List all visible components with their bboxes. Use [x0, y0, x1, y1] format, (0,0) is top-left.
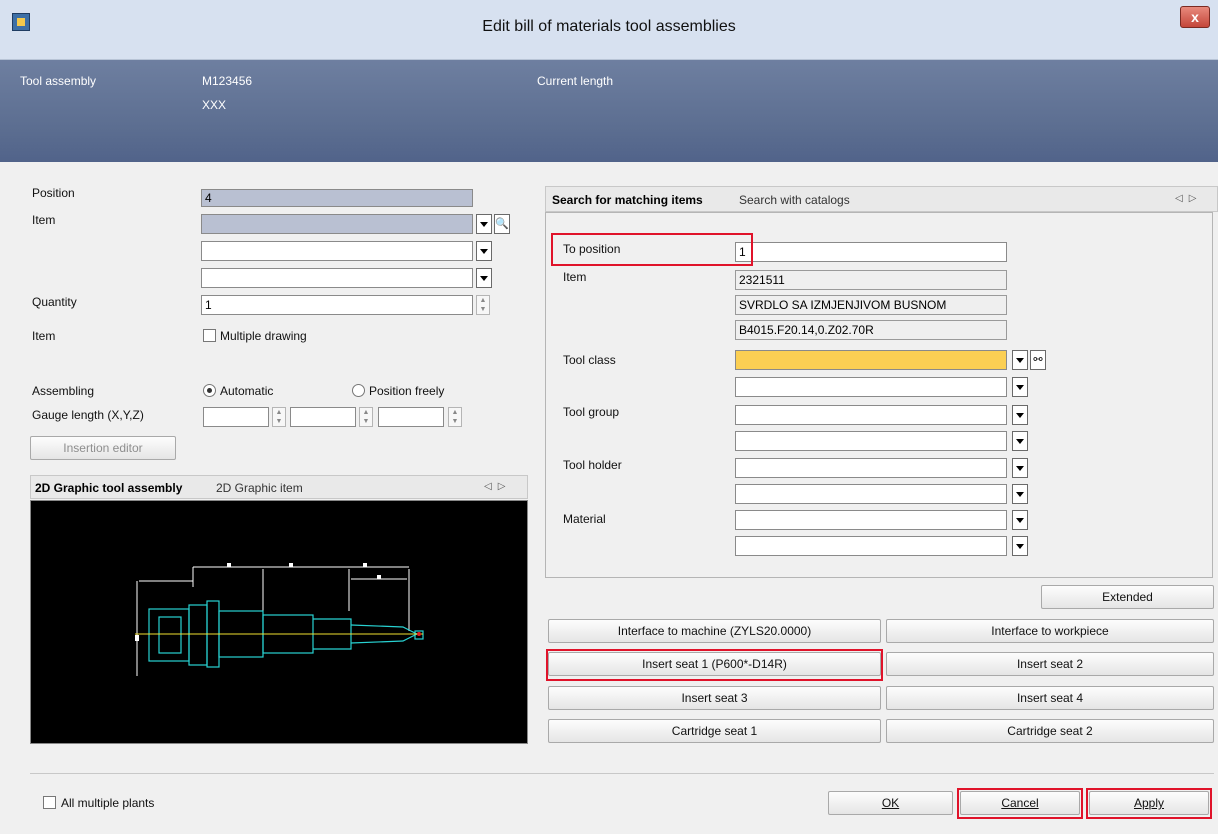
right-tab-nav-arrows-icon[interactable]: ◁▷ [1175, 193, 1202, 204]
tool-class-dropdown-2[interactable] [1012, 377, 1028, 397]
material-dropdown-1[interactable] [1012, 510, 1028, 530]
tool-class-dropdown[interactable] [1012, 350, 1028, 370]
tab-search-with-catalogs[interactable]: Search with catalogs [739, 193, 850, 207]
gauge-length-x-field[interactable] [203, 407, 269, 427]
quantity-label: Quantity [32, 295, 77, 309]
assembling-label: Assembling [32, 384, 95, 398]
tab-search-matching-items[interactable]: Search for matching items [552, 193, 703, 207]
tool-group-dropdown-2[interactable] [1012, 431, 1028, 451]
item-dropdown-2[interactable] [476, 241, 492, 261]
material-label: Material [563, 512, 606, 526]
tool-class-field[interactable] [735, 350, 1007, 370]
insertion-editor-button[interactable]: Insertion editor [30, 436, 176, 460]
gauge-length-y-field[interactable] [290, 407, 356, 427]
position-field[interactable]: 4 [201, 189, 473, 207]
binoculars-icon[interactable]: ⚯ [1030, 350, 1046, 370]
title-bar[interactable]: Edit bill of materials tool assemblies x [0, 0, 1218, 60]
tab-2d-graphic-tool-assembly[interactable]: 2D Graphic tool assembly [35, 481, 182, 495]
insert-seat-1-highlight [546, 649, 883, 681]
tab-2d-graphic-item[interactable]: 2D Graphic item [216, 481, 303, 495]
multiple-drawing-label: Multiple drawing [220, 329, 307, 343]
item-line-1: 2321511 [735, 270, 1007, 290]
window-title: Edit bill of materials tool assemblies [482, 18, 736, 35]
insert-seat-4-button[interactable]: Insert seat 4 [886, 686, 1214, 710]
footer-divider [30, 773, 1214, 774]
material-dropdown-2[interactable] [1012, 536, 1028, 556]
item-dropdown-3[interactable] [476, 268, 492, 288]
all-multiple-plants-label: All multiple plants [61, 796, 155, 810]
tool-holder-label: Tool holder [563, 458, 622, 472]
cartridge-seat-1-button[interactable]: Cartridge seat 1 [548, 719, 881, 743]
current-length-label: Current length [537, 74, 614, 88]
interface-to-machine-button[interactable]: Interface to machine (ZYLS20.0000) [548, 619, 881, 643]
search-icon[interactable]: 🔍 [494, 214, 510, 234]
material-field-2[interactable] [735, 536, 1007, 556]
tool-holder-dropdown-1[interactable] [1012, 458, 1028, 478]
close-button[interactable]: x [1180, 6, 1210, 28]
ok-button[interactable]: OK [828, 791, 953, 815]
tool-group-field-2[interactable] [735, 431, 1007, 451]
tool-assembly-label: Tool assembly [20, 74, 97, 88]
position-freely-label: Position freely [369, 384, 445, 398]
quantity-field[interactable]: 1 [201, 295, 473, 315]
gauge-z-spinner-icon[interactable]: ▲ ▼ [448, 407, 462, 427]
insert-seat-2-button[interactable]: Insert seat 2 [886, 652, 1214, 676]
interface-to-workpiece-button[interactable]: Interface to workpiece [886, 619, 1214, 643]
tool-drawing [135, 563, 424, 676]
tool-holder-field-2[interactable] [735, 484, 1007, 504]
position-label: Position [32, 186, 75, 200]
item-dropdown-1[interactable] [476, 214, 492, 234]
tab-nav-arrows-icon[interactable]: ◁▷ [484, 481, 511, 492]
item-label-2: Item [32, 329, 56, 343]
tool-class-label: Tool class [563, 353, 616, 367]
tool-holder-dropdown-2[interactable] [1012, 484, 1028, 504]
gauge-x-spinner-icon[interactable]: ▲ ▼ [272, 407, 286, 427]
item-field-3[interactable] [201, 268, 473, 288]
cancel-highlight [957, 788, 1083, 819]
tool-class-field-2[interactable] [735, 377, 1007, 397]
automatic-label: Automatic [220, 384, 274, 398]
item-line-2: SVRDLO SA IZMJENJIVOM BUSNOM [735, 295, 1007, 315]
multiple-drawing-checkbox[interactable] [203, 329, 216, 342]
automatic-radio[interactable] [203, 384, 216, 397]
tool-assembly-graphic [30, 500, 528, 744]
item-label: Item [32, 213, 56, 227]
gauge-length-label: Gauge length (X,Y,Z) [32, 408, 144, 422]
all-multiple-plants-checkbox[interactable] [43, 796, 56, 809]
position-freely-radio[interactable] [352, 384, 365, 397]
to-position-highlight [551, 233, 753, 266]
apply-highlight [1086, 788, 1212, 819]
item-line-3: B4015.F20.14,0.Z02.70R [735, 320, 1007, 340]
to-position-field[interactable]: 1 [735, 242, 1007, 262]
tool-assembly-description: XXX [202, 98, 227, 112]
tool-group-dropdown-1[interactable] [1012, 405, 1028, 425]
gauge-length-z-field[interactable] [378, 407, 444, 427]
material-field-1[interactable] [735, 510, 1007, 530]
gauge-y-spinner-icon[interactable]: ▲ ▼ [359, 407, 373, 427]
header-band: Tool assembly M123456 XXX Current length [0, 60, 1218, 162]
item-field-2[interactable] [201, 241, 473, 261]
item-field-1[interactable] [201, 214, 473, 234]
cartridge-seat-2-button[interactable]: Cartridge seat 2 [886, 719, 1214, 743]
extended-button[interactable]: Extended [1041, 585, 1214, 609]
tool-holder-field-1[interactable] [735, 458, 1007, 478]
tool-group-label: Tool group [563, 405, 620, 419]
insert-seat-3-button[interactable]: Insert seat 3 [548, 686, 881, 710]
tool-assembly-id: M123456 [202, 74, 253, 88]
item-label-right: Item [563, 270, 587, 284]
tool-group-field-1[interactable] [735, 405, 1007, 425]
quantity-spinner-icon[interactable]: ▲ ▼ [476, 295, 490, 315]
